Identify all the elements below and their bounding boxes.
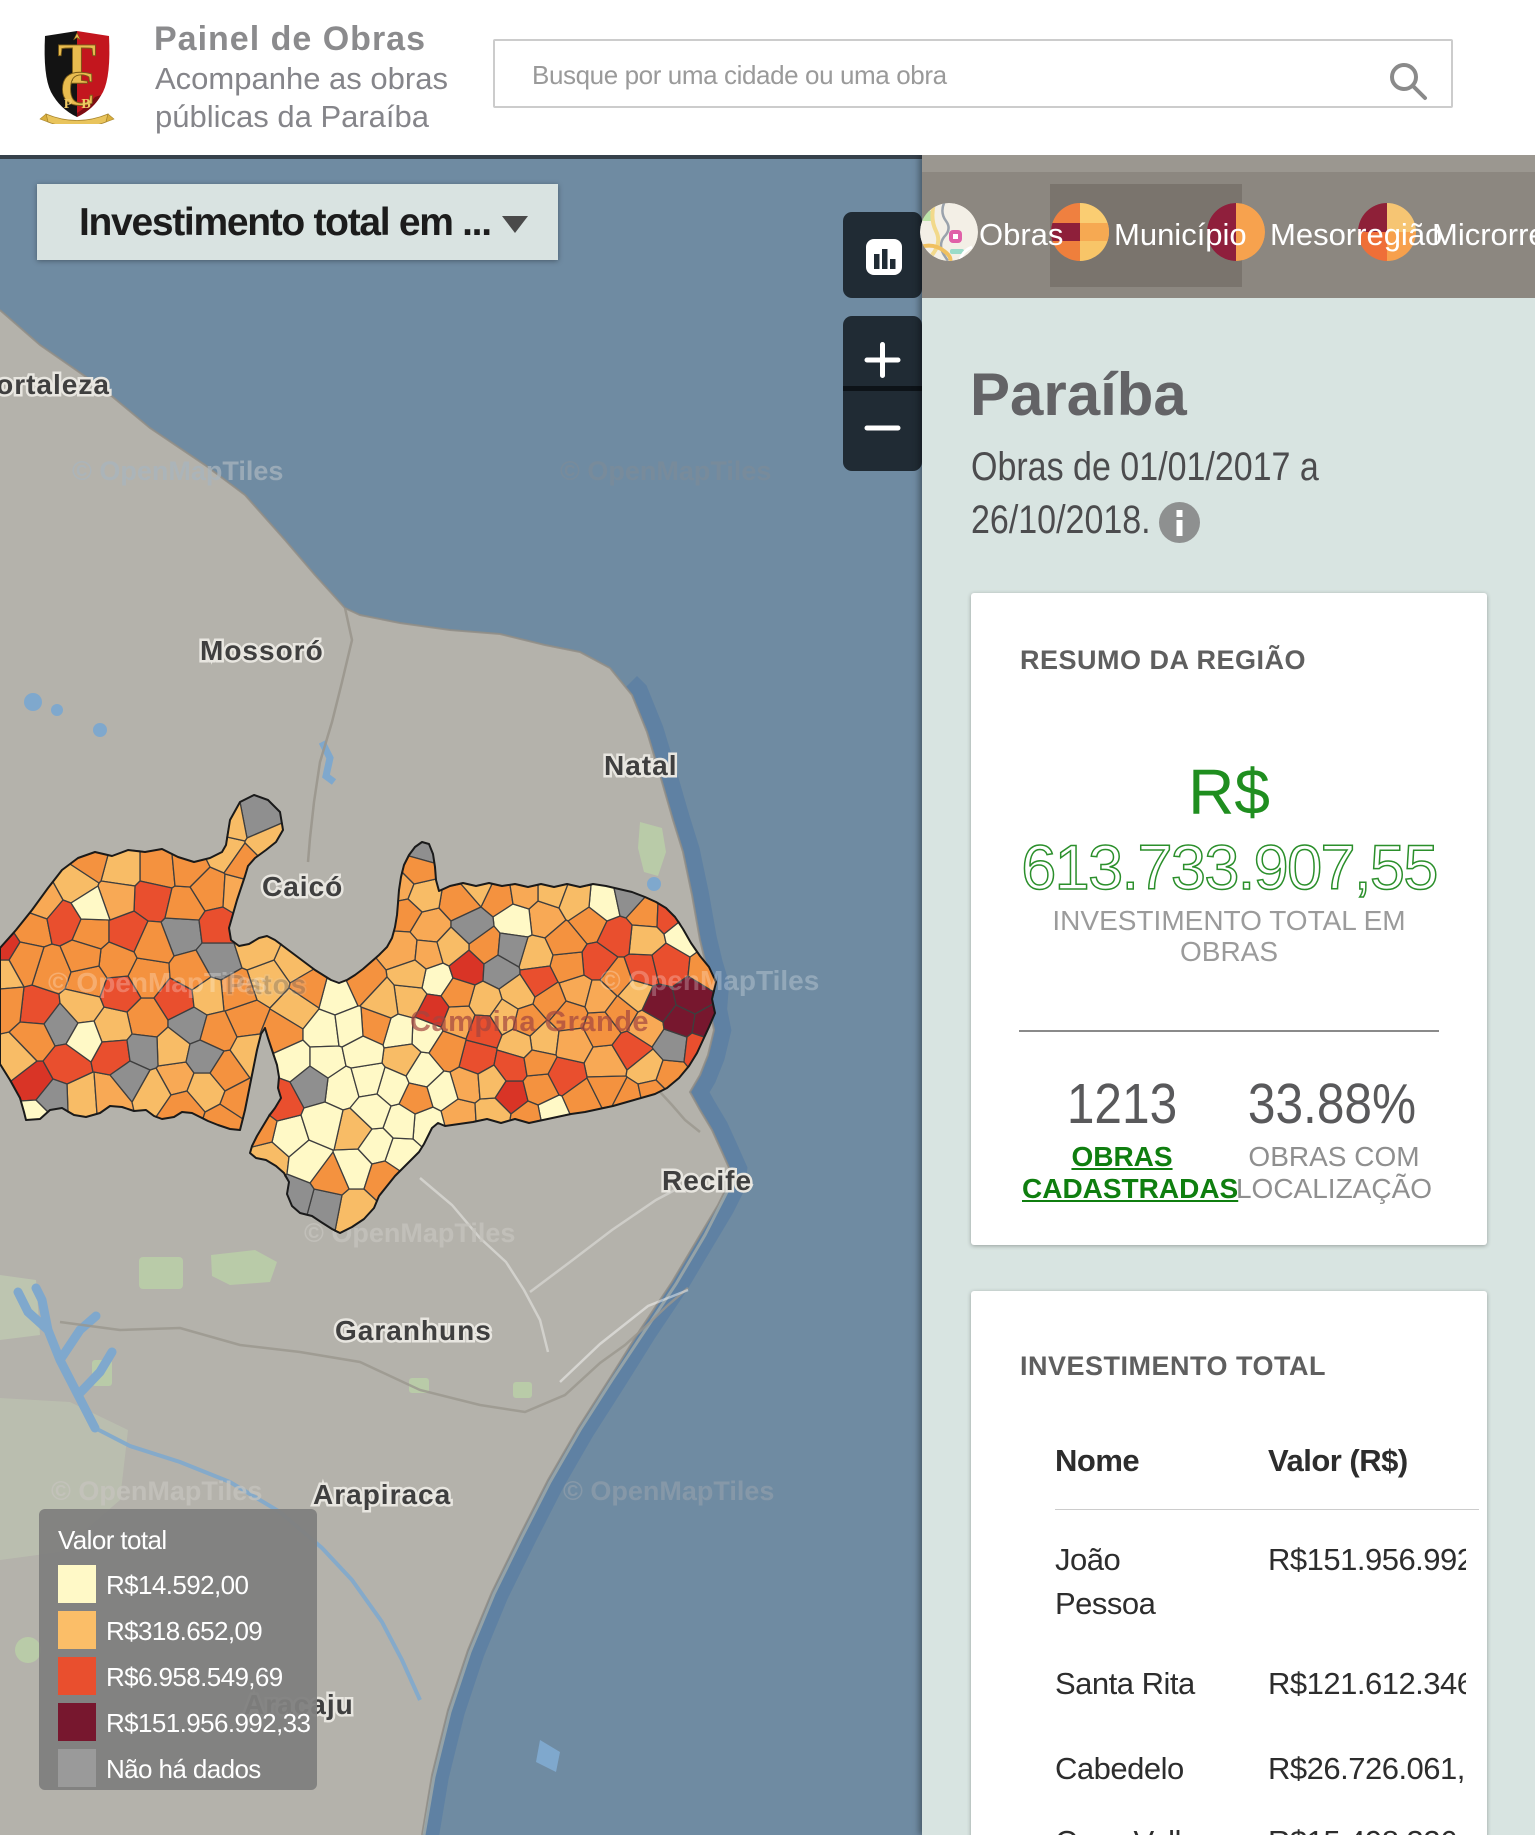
svg-text:B: B — [81, 97, 90, 112]
svg-text:© OpenMapTiles: © OpenMapTiles — [72, 456, 283, 486]
svg-text:Campina Grande: Campina Grande — [410, 1006, 649, 1038]
svg-text:© OpenMapTiles: © OpenMapTiles — [48, 967, 267, 998]
svg-text:Garanhuns: Garanhuns — [335, 1315, 492, 1346]
svg-text:Fortaleza: Fortaleza — [0, 369, 110, 400]
svg-text:Natal: Natal — [604, 750, 677, 781]
svg-text:P: P — [64, 97, 73, 112]
svg-text:© OpenMapTiles: © OpenMapTiles — [600, 965, 819, 996]
svg-text:Caicó: Caicó — [262, 871, 343, 902]
svg-text:Arapiraca: Arapiraca — [313, 1479, 451, 1510]
svg-text:© OpenMapTiles: © OpenMapTiles — [560, 456, 771, 486]
svg-text:Mossoró: Mossoró — [200, 635, 324, 666]
svg-text:© OpenMapTiles: © OpenMapTiles — [51, 1476, 262, 1506]
svg-text:Recife: Recife — [662, 1165, 752, 1196]
svg-text:© OpenMapTiles: © OpenMapTiles — [563, 1476, 774, 1506]
